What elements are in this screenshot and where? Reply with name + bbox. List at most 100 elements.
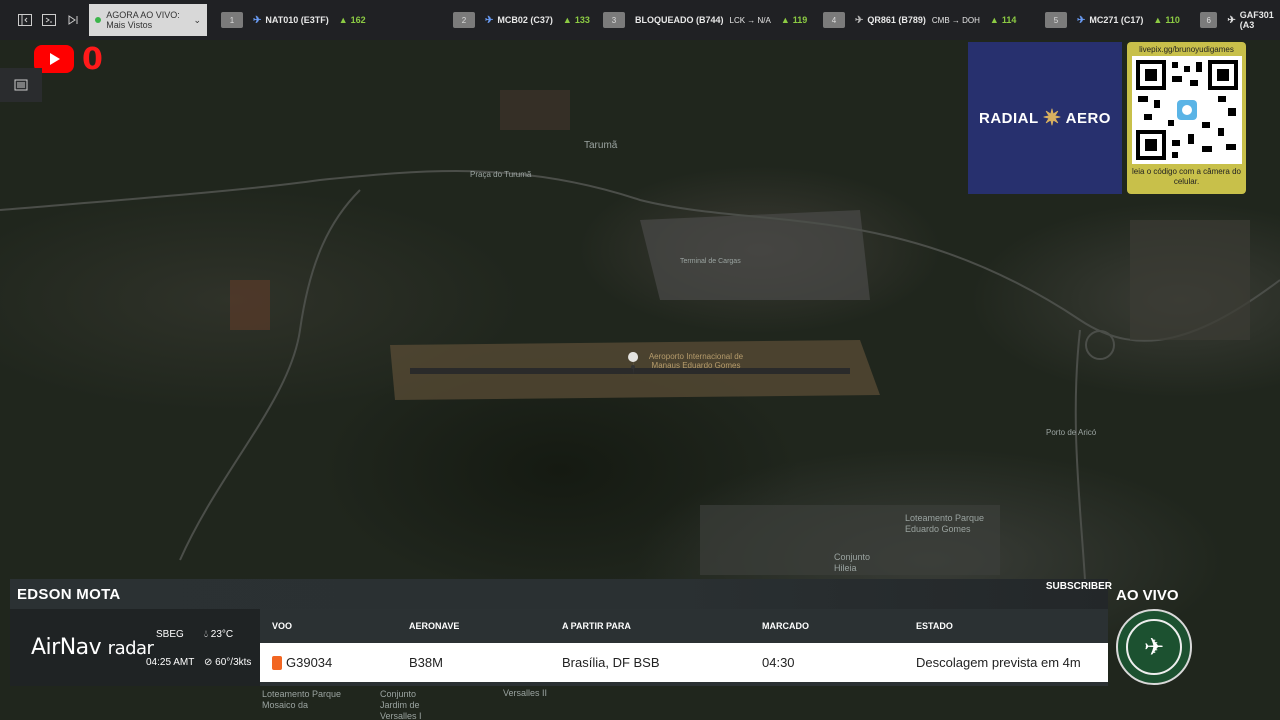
- flight-viewers: 110: [1165, 15, 1180, 25]
- flight-viewers: 162: [350, 15, 366, 25]
- road-main: [0, 170, 1280, 342]
- flight-rank: 4: [822, 12, 845, 28]
- flight-item[interactable]: 5 ✈ MC271 (C17) ▲ 110: [1044, 12, 1200, 28]
- airline-logo-icon: [272, 656, 282, 671]
- youtube-count: 0: [82, 42, 103, 77]
- flight-viewers: 114: [1001, 15, 1017, 25]
- plane-icon: ✈: [1227, 14, 1236, 26]
- flight-item[interactable]: 4 ✈ QR861 (B789) CMB → DOH ▲ 114: [822, 12, 1045, 28]
- flight-info-panel: EDSON MOTA SUBSCRIBER AirNav radar SBEG …: [10, 579, 1112, 686]
- top-flights-list: 1 ✈ NAT010 (E3TF) ▲ 162 2 ✈ MCB02 (C37) …: [220, 10, 1280, 30]
- live-filter-select[interactable]: AGORA AO VIVO: Mais Vistos ⌄: [89, 4, 207, 36]
- map-label-hileia: Conjunto Hileia: [834, 552, 871, 573]
- radial-aero-ad: RADIAL ✷ AERO: [968, 42, 1122, 194]
- qr-url: livepix.gg/brunoyudigames: [1139, 45, 1234, 54]
- map-label-versalles2: Versalles II: [503, 688, 548, 698]
- viewers-icon: ▲: [562, 15, 572, 25]
- sidebar-toggle-icon[interactable]: [16, 9, 33, 31]
- col-status: ESTADO: [916, 621, 953, 631]
- qr-caption: leia o código com a câmera do celular.: [1132, 167, 1241, 186]
- anchor-name: EDSON MOTA: [17, 585, 121, 603]
- table-row[interactable]: G39034 B38M Brasília, DF BSB 04:30 Desco…: [260, 643, 1108, 682]
- anchor-bar: EDSON MOTA SUBSCRIBER: [10, 579, 1112, 609]
- airnav-brand-name: AirNav: [31, 635, 102, 660]
- live-label: AO VIVO: [1116, 587, 1179, 604]
- map-label-airport: Aeroporto Internacional de Manaus Eduard…: [648, 352, 744, 370]
- local-time: 04:25 AMT: [146, 657, 195, 668]
- map-label-terminal: Terminal de Cargas: [680, 258, 741, 265]
- map-label-praca: Praça do Turumã: [470, 170, 532, 179]
- cell-aircraft: B38M: [409, 655, 443, 670]
- flight-item[interactable]: 3 BLOQUEADO (B744) LCK → N/A ▲ 119: [602, 12, 823, 28]
- plane-icon: ✈: [1076, 14, 1086, 26]
- flight-item[interactable]: 6 ✈ GAF301 (A3: [1199, 10, 1280, 30]
- flight-viewers: 133: [574, 15, 590, 25]
- viewers-icon: ▲: [780, 15, 790, 25]
- runway: [410, 368, 850, 374]
- top-toolbar: AGORA AO VIVO: Mais Vistos ⌄ 1 ✈ NAT010 …: [0, 0, 1280, 40]
- col-destination: A PARTIR PARA: [562, 621, 631, 631]
- cell-status: Descolagem prevista em 4m: [916, 655, 1081, 670]
- flight-rank: 3: [602, 12, 625, 28]
- cell-flight: G39034: [260, 655, 409, 671]
- skip-next-icon[interactable]: [64, 9, 81, 31]
- subscriber-label: SUBSCRIBER: [1045, 581, 1112, 592]
- flight-rank: 6: [1199, 12, 1218, 28]
- channel-emblem-icon: ✈: [1116, 609, 1192, 685]
- weather-info: 💧︎ 23°C ⊘ 60°/3kts: [204, 621, 251, 677]
- cell-destination: Brasília, DF BSB: [562, 655, 660, 670]
- airport-code: SBEG: [156, 629, 184, 640]
- flight-rank: 5: [1044, 12, 1067, 28]
- radial-right-text: AERO: [1065, 109, 1111, 127]
- airport-info: SBEG 04:25 AMT: [146, 621, 194, 677]
- flight-route: CMB → DOH: [931, 15, 980, 25]
- flight-callsign: GAF301 (A3: [1239, 10, 1274, 30]
- plane-icon: ✈: [484, 14, 494, 26]
- flight-item[interactable]: 2 ✈ MCB02 (C37) ▲ 133: [452, 12, 603, 28]
- map-label-porto: Porto de Aricó: [1046, 428, 1097, 437]
- flight-callsign: QR861 (B789): [867, 15, 926, 25]
- roundabout: [1085, 330, 1115, 360]
- flight-rank: 2: [452, 12, 475, 28]
- flight-callsign: MCB02 (C37): [497, 15, 553, 25]
- flight-item[interactable]: 1 ✈ NAT010 (E3TF) ▲ 162: [220, 12, 453, 28]
- road-east: [1074, 329, 1086, 581]
- viewers-icon: ▲: [1153, 15, 1163, 25]
- flight-viewers: 119: [792, 15, 808, 25]
- road-west: [179, 189, 361, 561]
- map-label-loteamento: Loteamento Parque Eduardo Gomes: [905, 513, 985, 534]
- flight-table: VOO AERONAVE A PARTIR PARA MARCADO ESTAD…: [260, 609, 1108, 686]
- plane-icon: ✈: [854, 14, 864, 26]
- live-filter-value: AGORA AO VIVO: Mais Vistos: [106, 10, 180, 30]
- layers-icon[interactable]: [0, 68, 42, 102]
- map-label-mosaico: Loteamento Parque Mosaico da: [262, 689, 342, 710]
- wind: 60°/3kts: [215, 657, 252, 668]
- plane-emblem-icon: ✈: [1126, 619, 1182, 675]
- flight-rank: 1: [220, 12, 243, 28]
- viewers-icon: ▲: [989, 15, 999, 25]
- qr-code-icon: [1131, 56, 1242, 164]
- col-flight: VOO: [272, 621, 293, 631]
- chevron-down-icon: ⌄: [193, 14, 201, 25]
- wind-icon: ⊘: [204, 657, 213, 668]
- flight-callsign: MC271 (C17): [1089, 15, 1144, 25]
- flight-callsign: BLOQUEADO (B744): [634, 15, 724, 25]
- livepix-qr-panel: livepix.gg/brunoyudigames leia o código …: [1127, 42, 1246, 194]
- expand-icon[interactable]: [40, 9, 57, 31]
- flight-callsign: NAT010 (E3TF): [265, 15, 329, 25]
- terminal-area: [640, 210, 870, 300]
- map-label-taruma: Tarumã: [584, 140, 618, 151]
- cell-scheduled: 04:30: [762, 655, 795, 670]
- live-dot-icon: [95, 17, 102, 23]
- table-header: VOO AERONAVE A PARTIR PARA MARCADO ESTAD…: [260, 609, 1108, 643]
- col-aircraft: AERONAVE: [409, 621, 460, 631]
- plane-icon: ✈: [252, 14, 262, 26]
- flight-number: G39034: [286, 654, 333, 670]
- col-scheduled: MARCADO: [762, 621, 809, 631]
- compass-star-icon: ✷: [1042, 105, 1062, 130]
- temperature: 23°C: [210, 629, 234, 640]
- map-label-versalles1: Conjunto Jardim de Versalles I: [380, 689, 422, 720]
- flight-route: LCK → N/A: [729, 15, 771, 25]
- airnav-brand: AirNav radar SBEG 04:25 AMT 💧︎ 23°C ⊘ 60…: [10, 609, 260, 686]
- radial-left-text: RADIAL: [979, 109, 1039, 127]
